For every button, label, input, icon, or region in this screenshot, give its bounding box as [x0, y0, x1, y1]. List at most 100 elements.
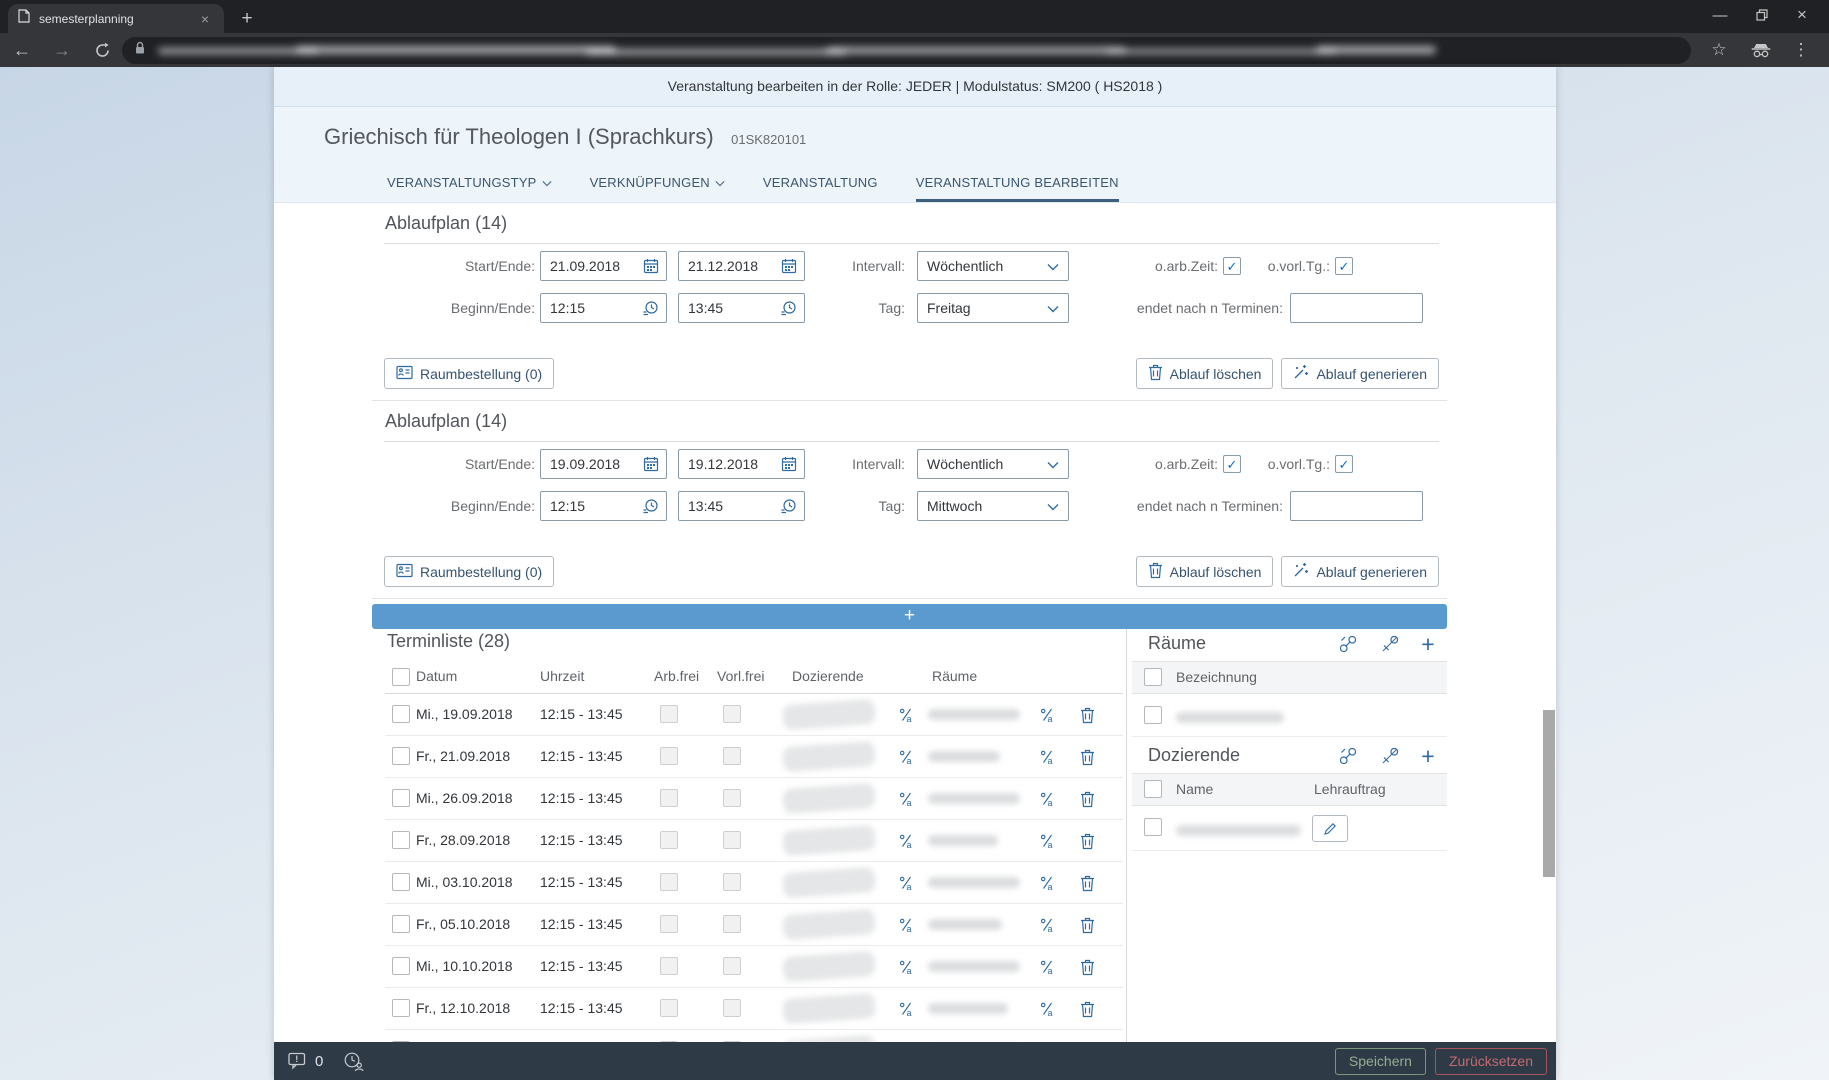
speichern-button[interactable]: Speichern — [1335, 1048, 1426, 1075]
start-date-input[interactable] — [550, 456, 639, 472]
tab-verknuepfungen[interactable]: VERKNÜPFUNGEN — [590, 175, 725, 202]
dozierende-select-all-checkbox[interactable] — [1144, 780, 1162, 798]
raumbestellung-button[interactable]: Raumbestellung (0) — [384, 358, 554, 389]
time-account-icon[interactable] — [343, 1051, 365, 1072]
row-checkbox[interactable] — [392, 999, 410, 1017]
endet-nach-input[interactable] — [1300, 498, 1415, 514]
o-arb-zeit-checkbox[interactable] — [1223, 455, 1241, 473]
begin-time-field[interactable] — [540, 293, 667, 323]
vorlfrei-checkbox[interactable] — [723, 789, 741, 807]
arbfrei-checkbox[interactable] — [660, 705, 678, 723]
browser-tab[interactable]: semesterplanning × — [8, 4, 224, 33]
unassign-link-icon[interactable] — [1380, 634, 1400, 654]
dozent-checkbox[interactable] — [1144, 818, 1162, 836]
vorlfrei-checkbox[interactable] — [723, 831, 741, 849]
zuruecksetzen-button[interactable]: Zurücksetzen — [1435, 1048, 1547, 1075]
assign-dozierende-icon[interactable]: a — [897, 874, 915, 892]
ablauf-generieren-button[interactable]: Ablauf generieren — [1281, 556, 1439, 587]
row-checkbox[interactable] — [392, 873, 410, 891]
intervall-select[interactable]: Wöchentlich — [917, 251, 1069, 281]
vorlfrei-checkbox[interactable] — [723, 915, 741, 933]
assign-dozierende-icon[interactable]: a — [897, 832, 915, 850]
clock-icon[interactable] — [642, 300, 659, 317]
delete-termin-icon[interactable] — [1078, 916, 1096, 934]
vorlfrei-checkbox[interactable] — [723, 747, 741, 765]
assign-raum-icon[interactable]: a — [1038, 706, 1056, 724]
calendar-icon[interactable] — [643, 258, 659, 274]
assign-dozierende-icon[interactable]: a — [897, 1000, 915, 1018]
begin-time-field[interactable] — [540, 491, 667, 521]
assign-raum-icon[interactable]: a — [1038, 958, 1056, 976]
o-arb-zeit-checkbox[interactable] — [1223, 257, 1241, 275]
intervall-select[interactable]: Wöchentlich — [917, 449, 1069, 479]
assign-raum-icon[interactable]: a — [1038, 790, 1056, 808]
ablauf-loeschen-button[interactable]: Ablauf löschen — [1136, 358, 1274, 389]
page-scrollbar-thumb[interactable] — [1543, 710, 1555, 877]
close-tab-icon[interactable]: × — [196, 10, 214, 28]
row-checkbox[interactable] — [392, 831, 410, 849]
back-icon[interactable]: ← — [8, 36, 36, 64]
row-checkbox[interactable] — [392, 789, 410, 807]
address-bar[interactable] — [122, 37, 1691, 64]
clock-icon[interactable] — [642, 498, 659, 515]
unassign-link-icon[interactable] — [1380, 746, 1400, 766]
vorlfrei-checkbox[interactable] — [723, 999, 741, 1017]
assign-raum-icon[interactable]: a — [1038, 748, 1056, 766]
delete-termin-icon[interactable] — [1078, 958, 1096, 976]
tab-veranstaltungstyp[interactable]: VERANSTALTUNGSTYP — [387, 175, 552, 202]
arbfrei-checkbox[interactable] — [660, 957, 678, 975]
arbfrei-checkbox[interactable] — [660, 999, 678, 1017]
arbfrei-checkbox[interactable] — [660, 873, 678, 891]
assign-dozierende-icon[interactable]: a — [897, 958, 915, 976]
select-all-checkbox[interactable] — [392, 668, 410, 686]
tab-veranstaltung-bearbeiten[interactable]: VERANSTALTUNG BEARBEITEN — [916, 175, 1119, 202]
calendar-icon[interactable] — [643, 456, 659, 472]
messages-icon[interactable]: ! — [287, 1051, 308, 1072]
delete-termin-icon[interactable] — [1078, 748, 1096, 766]
raeume-select-all-checkbox[interactable] — [1144, 668, 1162, 686]
o-vorl-tg-checkbox[interactable] — [1335, 455, 1353, 473]
delete-termin-icon[interactable] — [1078, 790, 1096, 808]
tag-select[interactable]: Mittwoch — [917, 491, 1069, 521]
row-checkbox[interactable] — [392, 747, 410, 765]
delete-termin-icon[interactable] — [1078, 874, 1096, 892]
row-checkbox[interactable] — [392, 915, 410, 933]
add-ablaufplan-button[interactable]: + — [372, 604, 1447, 629]
row-checkbox[interactable] — [392, 957, 410, 975]
tab-veranstaltung[interactable]: VERANSTALTUNG — [763, 175, 878, 202]
window-restore-button[interactable] — [1745, 0, 1779, 30]
arbfrei-checkbox[interactable] — [660, 915, 678, 933]
o-vorl-tg-checkbox[interactable] — [1335, 257, 1353, 275]
delete-termin-icon[interactable] — [1078, 706, 1096, 724]
begin-time-input[interactable] — [550, 300, 638, 316]
assign-raum-icon[interactable]: a — [1038, 916, 1056, 934]
reload-icon[interactable] — [88, 36, 116, 64]
assign-dozierende-icon[interactable]: a — [897, 748, 915, 766]
lehrauftrag-edit-button[interactable] — [1312, 815, 1348, 842]
vorlfrei-checkbox[interactable] — [723, 705, 741, 723]
start-date-field[interactable] — [540, 251, 667, 281]
window-minimize-button[interactable]: — — [1703, 0, 1737, 30]
assign-link-icon[interactable] — [1338, 746, 1358, 766]
assign-dozierende-icon[interactable]: a — [897, 706, 915, 724]
arbfrei-checkbox[interactable] — [660, 789, 678, 807]
delete-termin-icon[interactable] — [1078, 832, 1096, 850]
new-tab-button[interactable]: + — [234, 6, 260, 32]
raumbestellung-button[interactable]: Raumbestellung (0) — [384, 556, 554, 587]
forward-icon[interactable]: → — [48, 36, 76, 64]
ablauf-loeschen-button[interactable]: Ablauf löschen — [1136, 556, 1274, 587]
row-checkbox[interactable] — [392, 705, 410, 723]
endet-nach-field[interactable] — [1290, 293, 1423, 323]
vorlfrei-checkbox[interactable] — [723, 957, 741, 975]
arbfrei-checkbox[interactable] — [660, 747, 678, 765]
endet-nach-input[interactable] — [1300, 300, 1415, 316]
raum-checkbox[interactable] — [1144, 706, 1162, 724]
bookmark-star-icon[interactable]: ☆ — [1705, 36, 1733, 64]
assign-raum-icon[interactable]: a — [1038, 1000, 1056, 1018]
add-dozent-icon[interactable]: + — [1418, 746, 1438, 766]
endet-nach-field[interactable] — [1290, 491, 1423, 521]
window-close-button[interactable]: × — [1785, 0, 1819, 30]
browser-menu-icon[interactable]: ⋮ — [1787, 36, 1815, 64]
assign-raum-icon[interactable]: a — [1038, 874, 1056, 892]
arbfrei-checkbox[interactable] — [660, 831, 678, 849]
